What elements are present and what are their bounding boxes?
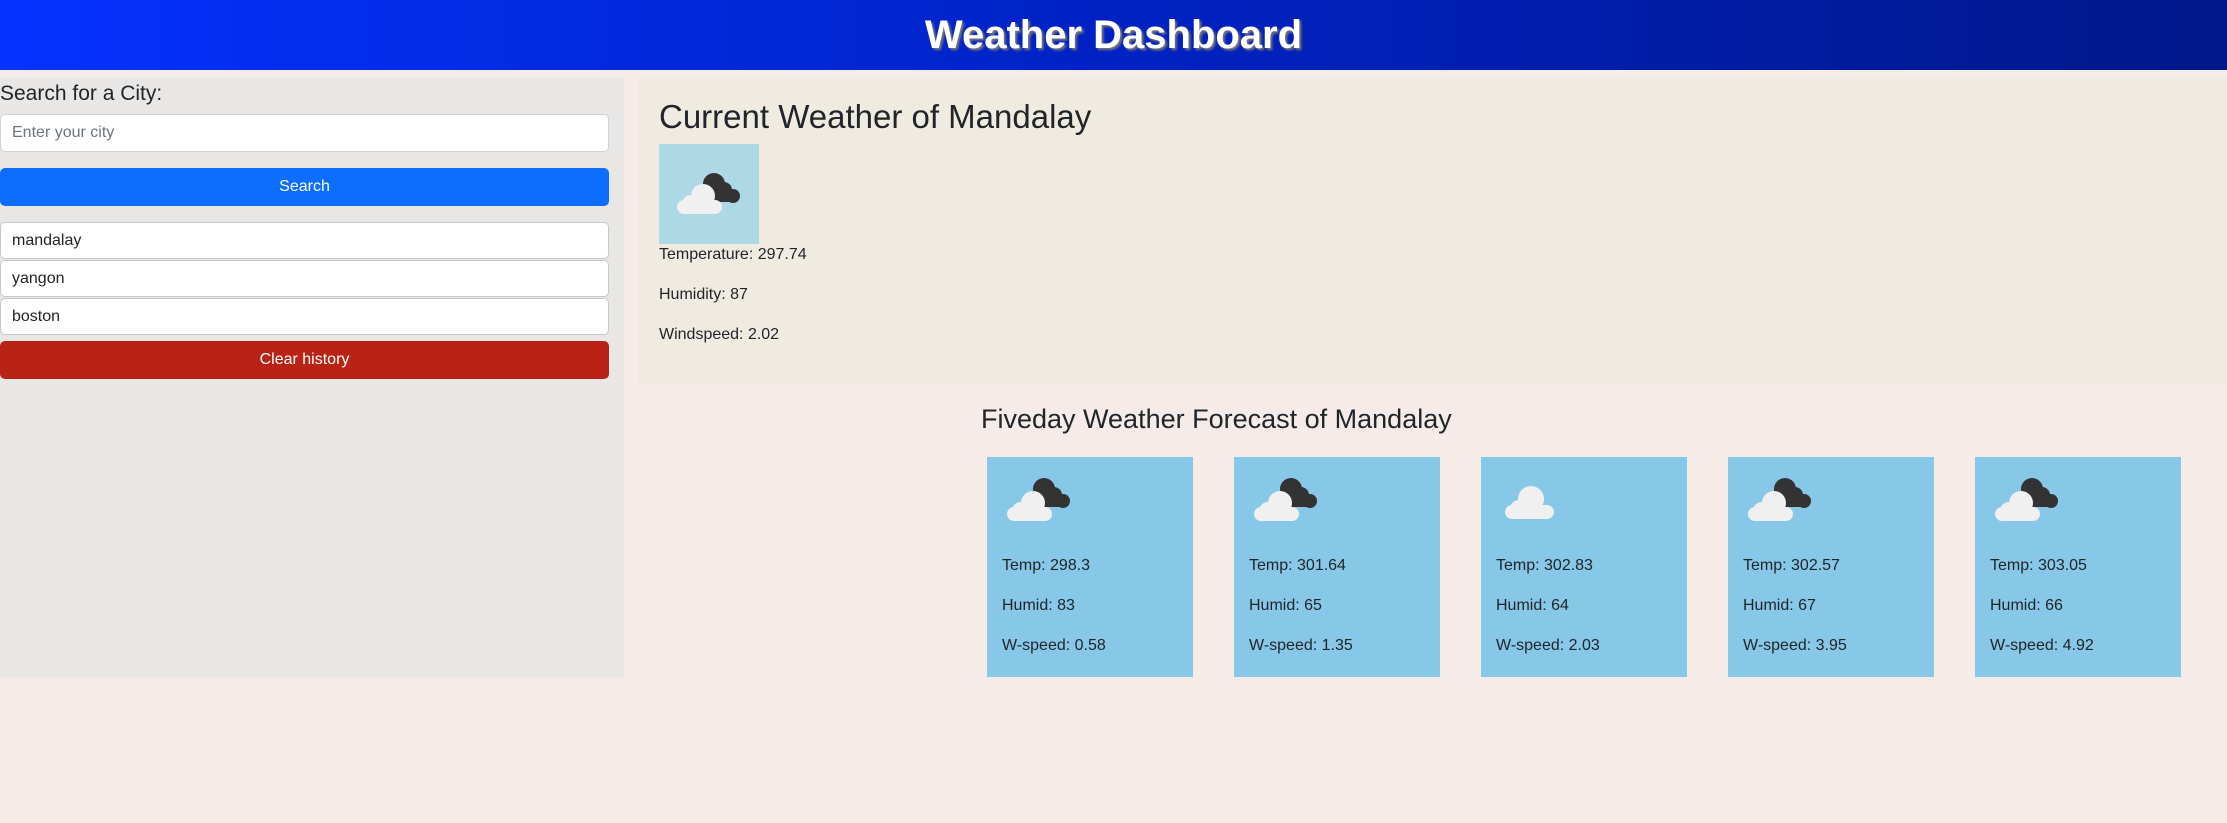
clear-history-button[interactable]: Clear history	[0, 341, 609, 379]
broken-clouds-icon	[1254, 478, 1317, 521]
current-temperature: Temperature: 297.74	[659, 246, 807, 263]
forecast-card: Temp: 302.83 Humid: 64 W-speed: 2.03	[1481, 457, 1687, 677]
current-weather-title: Current Weather of Mandalay	[659, 98, 1092, 135]
search-button[interactable]: Search	[0, 168, 609, 206]
forecast-humidity: Humid: 65	[1249, 597, 1322, 614]
cloud-icon	[1505, 486, 1554, 519]
forecast-title: Fiveday Weather Forecast of Mandalay	[981, 404, 1452, 434]
forecast-humidity: Humid: 83	[1002, 597, 1075, 614]
clouds-icon	[677, 173, 740, 214]
current-weather-panel: Current Weather of Mandalay Temperature:…	[638, 78, 2227, 384]
forecast-windspeed: W-speed: 3.95	[1743, 637, 1847, 654]
forecast-humidity: Humid: 67	[1743, 597, 1816, 614]
broken-clouds-icon	[1995, 478, 2058, 521]
forecast-temp: Temp: 302.83	[1496, 557, 1593, 574]
forecast-card: Temp: 298.3 Humid: 83 W-speed: 0.58	[987, 457, 1193, 677]
broken-clouds-icon	[1007, 478, 1070, 521]
history-item-mandalay[interactable]: mandalay	[0, 222, 609, 259]
forecast-card: Temp: 301.64 Humid: 65 W-speed: 1.35	[1234, 457, 1440, 677]
forecast-card: Temp: 303.05 Humid: 66 W-speed: 4.92	[1975, 457, 2181, 677]
search-sidebar: Search for a City: Search mandalay yango…	[0, 78, 624, 678]
forecast-temp: Temp: 298.3	[1002, 557, 1091, 574]
forecast-windspeed: W-speed: 0.58	[1002, 637, 1106, 654]
history-item-boston[interactable]: boston	[0, 298, 609, 335]
forecast-card: Temp: 302.57 Humid: 67 W-speed: 3.95	[1728, 457, 1934, 677]
forecast-windspeed: W-speed: 1.35	[1249, 637, 1353, 654]
forecast-temp: Temp: 301.64	[1249, 557, 1346, 574]
current-weather-icon-box	[659, 144, 759, 244]
app-header: Weather Dashboard	[0, 0, 2227, 70]
forecast-windspeed: W-speed: 4.92	[1990, 637, 2094, 654]
current-humidity: Humidity: 87	[659, 286, 748, 303]
city-search-input[interactable]	[0, 114, 609, 152]
search-history: mandalay yangon boston	[0, 222, 609, 336]
forecast-humidity: Humid: 66	[1990, 597, 2063, 614]
page-title: Weather Dashboard	[924, 12, 1303, 57]
forecast-temp: Temp: 303.05	[1990, 557, 2087, 574]
search-label: Search for a City:	[0, 82, 163, 105]
history-item-yangon[interactable]: yangon	[0, 260, 609, 297]
current-windspeed: Windspeed: 2.02	[659, 326, 780, 343]
forecast-humidity: Humid: 64	[1496, 597, 1569, 614]
broken-clouds-icon	[1748, 478, 1811, 521]
forecast-windspeed: W-speed: 2.03	[1496, 637, 1600, 654]
forecast-temp: Temp: 302.57	[1743, 557, 1840, 574]
